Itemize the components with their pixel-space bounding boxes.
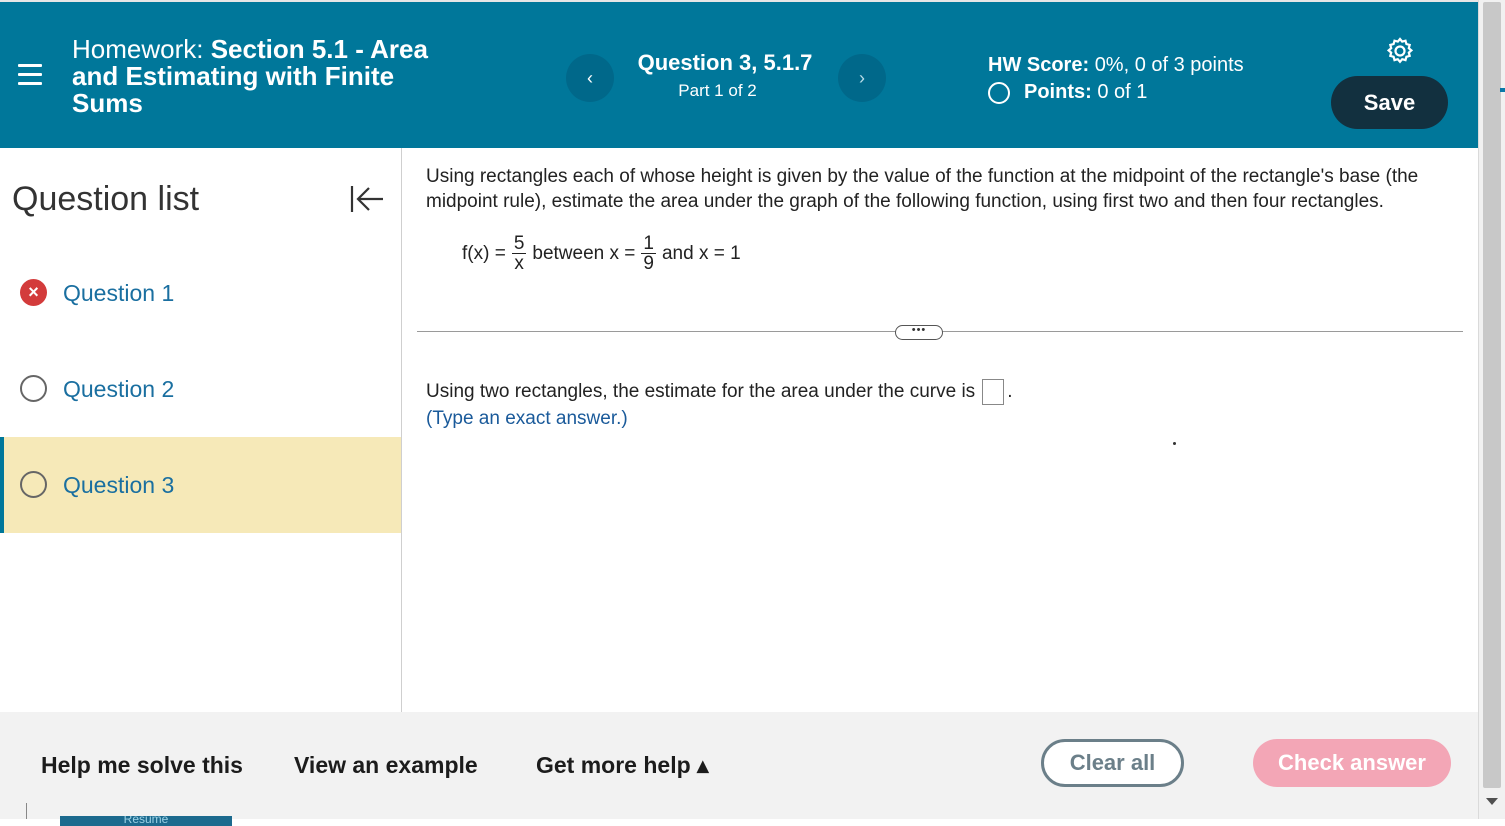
homework-title: Homework: Section 5.1 - Area and Estimat… bbox=[72, 36, 472, 117]
question-list-item-1[interactable]: × Question 1 bbox=[0, 245, 401, 341]
unanswered-circle-icon bbox=[20, 471, 47, 498]
bottom-toolbar: Help me solve this View an example Get m… bbox=[0, 712, 1478, 826]
unanswered-circle-icon bbox=[20, 375, 47, 402]
chevron-left-icon: ‹ bbox=[587, 67, 593, 88]
collapse-sidebar-icon[interactable] bbox=[349, 184, 385, 214]
answer-line: Using two rectangles, the estimate for t… bbox=[426, 379, 1012, 405]
points: Points: 0 of 1 bbox=[988, 81, 1147, 104]
hw-score-label: HW Score: bbox=[988, 54, 1090, 76]
points-label: Points: bbox=[1024, 81, 1092, 103]
top-header: Homework: Section 5.1 - Area and Estimat… bbox=[0, 0, 1478, 148]
upper-bound-label: and x = 1 bbox=[661, 242, 741, 264]
hw-score: HW Score: 0%, 0 of 3 points bbox=[988, 54, 1244, 77]
incorrect-x-icon: × bbox=[20, 279, 47, 306]
function-formula: f(x) = 5 x between x = 1 9 and x = 1 bbox=[462, 234, 741, 273]
scroll-down-arrow-icon[interactable] bbox=[1486, 798, 1498, 805]
hamburger-menu-icon[interactable] bbox=[18, 64, 42, 86]
points-status-icon bbox=[988, 81, 1010, 104]
question-part: Part 1 of 2 bbox=[678, 81, 757, 100]
get-more-help-button[interactable]: Get more help ▴ bbox=[536, 752, 709, 779]
question-item-label: Question 2 bbox=[63, 375, 175, 402]
chevron-right-icon: › bbox=[859, 67, 865, 88]
answer-hint: (Type an exact answer.) bbox=[426, 408, 628, 429]
next-question-button[interactable]: › bbox=[838, 54, 886, 102]
scrollbar-thumb[interactable] bbox=[1483, 2, 1501, 788]
clear-all-button[interactable]: Clear all bbox=[1041, 739, 1184, 787]
question-item-label: Question 1 bbox=[63, 279, 175, 306]
save-button[interactable]: Save bbox=[1331, 76, 1448, 129]
points-value: 0 of 1 bbox=[1097, 81, 1148, 103]
vertical-scrollbar[interactable] bbox=[1478, 0, 1505, 819]
fraction-denominator: 9 bbox=[643, 253, 654, 274]
expand-more-icon[interactable]: ••• bbox=[895, 325, 943, 340]
question-prompt: Using rectangles each of whose height is… bbox=[426, 166, 1419, 212]
homework-title-prefix: Homework: bbox=[72, 34, 204, 64]
edge-mark bbox=[1500, 88, 1505, 92]
question-list-title: Question list bbox=[12, 180, 200, 218]
settings-gear-icon[interactable] bbox=[1385, 36, 1415, 66]
hw-score-value: 0%, 0 of 3 points bbox=[1094, 54, 1244, 76]
answer-suffix: . bbox=[1007, 381, 1013, 402]
check-answer-button[interactable]: Check answer bbox=[1253, 739, 1451, 787]
question-item-label: Question 3 bbox=[63, 471, 175, 498]
fraction-numerator: 5 bbox=[511, 233, 527, 254]
answer-prompt: Using two rectangles, the estimate for t… bbox=[426, 381, 976, 402]
lower-bound-fraction: 1 9 bbox=[641, 234, 656, 273]
help-me-solve-button[interactable]: Help me solve this bbox=[41, 752, 243, 779]
answer-input[interactable] bbox=[982, 379, 1005, 405]
fraction-denominator: x bbox=[514, 253, 524, 274]
question-list-sidebar: Question list × Question 1 Question 2 Qu… bbox=[0, 148, 402, 712]
question-list-item-3[interactable]: Question 3 bbox=[0, 437, 401, 533]
stray-dot bbox=[1173, 442, 1176, 445]
question-title: Question 3, 5.1.7 bbox=[637, 50, 813, 75]
question-list-item-2[interactable]: Question 2 bbox=[0, 341, 401, 437]
between-label: between x = bbox=[532, 242, 636, 264]
function-label: f(x) = bbox=[462, 242, 506, 264]
left-edge-tick bbox=[26, 803, 27, 819]
previous-question-button[interactable]: ‹ bbox=[566, 54, 614, 102]
fraction-numerator: 1 bbox=[641, 233, 656, 254]
resume-tab[interactable]: Resume bbox=[60, 816, 232, 826]
view-example-button[interactable]: View an example bbox=[294, 752, 478, 779]
function-fraction: 5 x bbox=[511, 233, 527, 274]
